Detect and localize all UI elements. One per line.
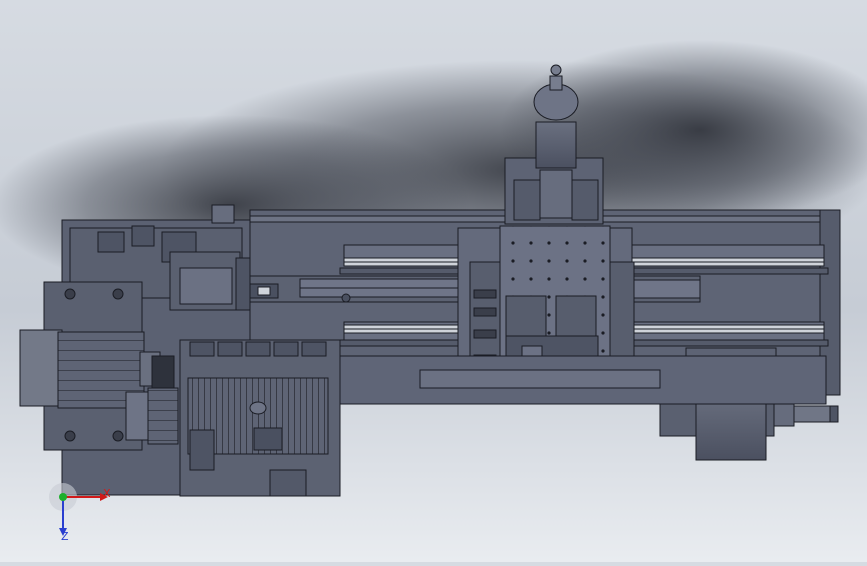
headstock — [179, 339, 341, 497]
z-axis-label: Z — [61, 530, 69, 543]
cad-viewport[interactable]: X Z — [0, 0, 867, 562]
screw-bearing-block — [169, 251, 251, 311]
x-axis-label: X — [103, 487, 111, 500]
lathe-assembly-drawing — [0, 40, 867, 536]
bed-lower-rail — [339, 355, 827, 405]
